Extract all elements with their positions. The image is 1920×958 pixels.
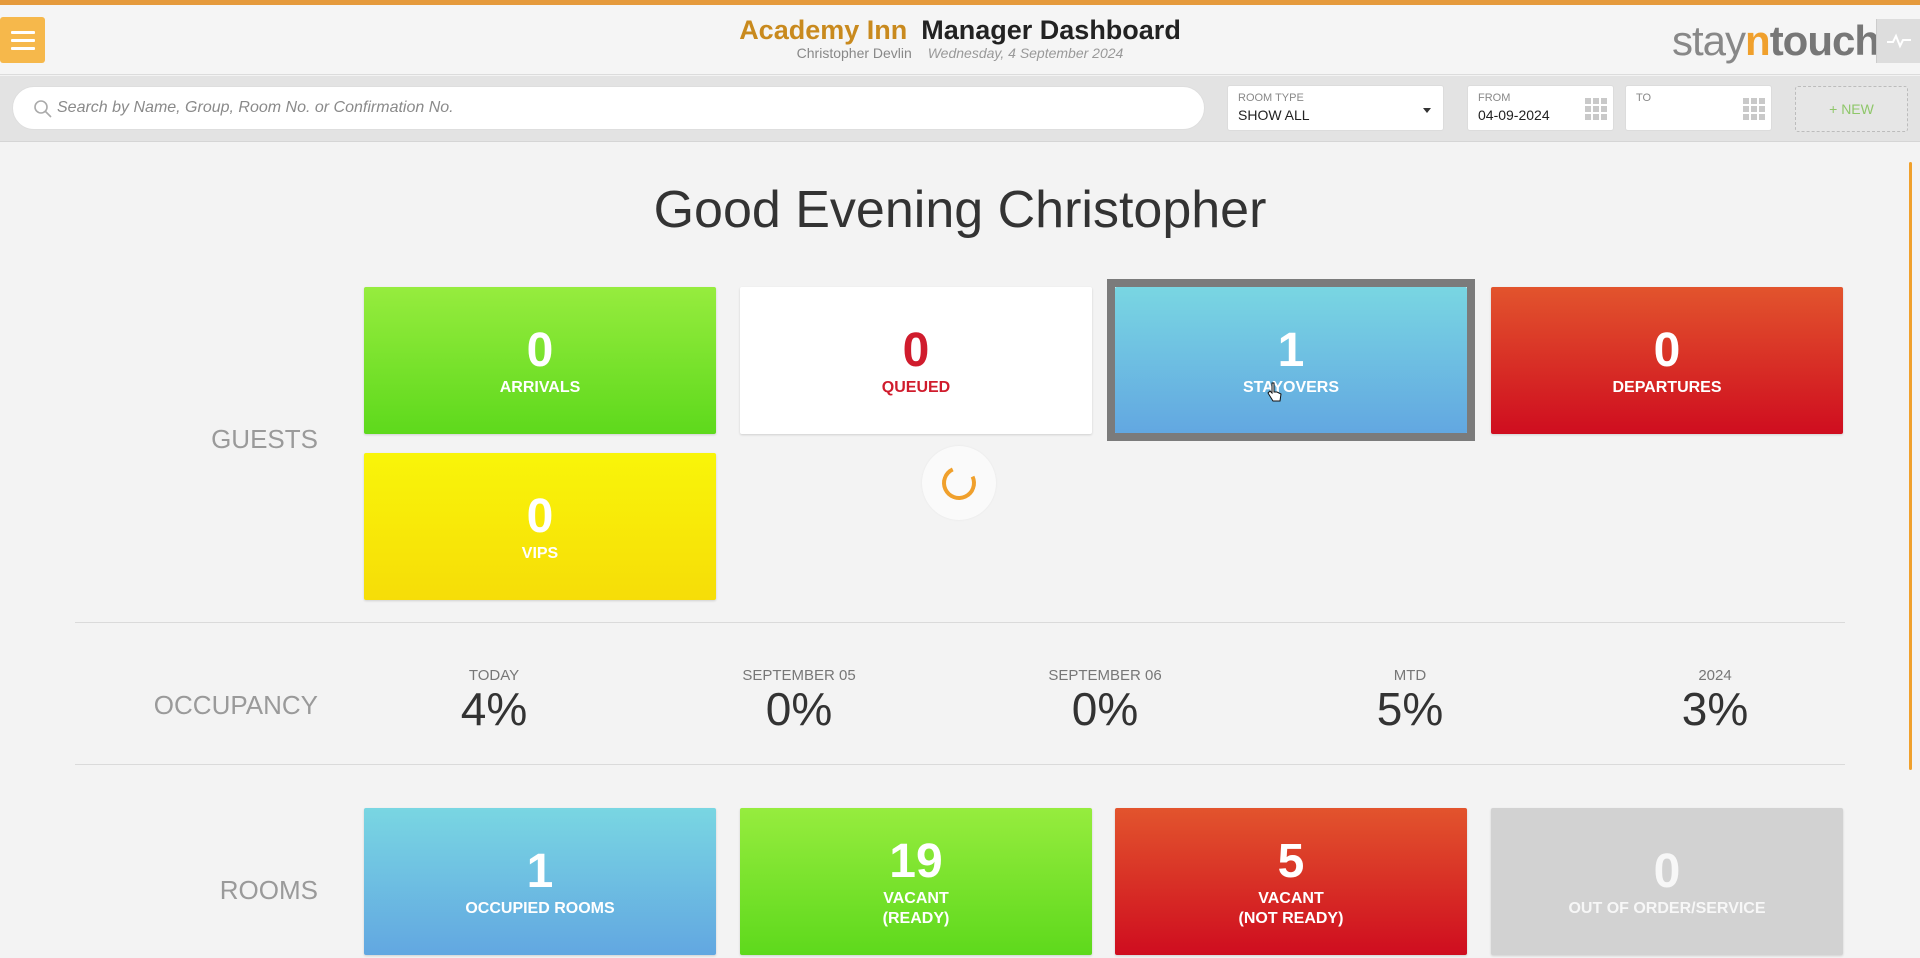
vacant-not-ready-label: VACANT <box>1258 889 1324 907</box>
pulse-icon <box>1886 33 1911 49</box>
vacant-not-ready-tile[interactable]: 5 VACANT (NOT READY) <box>1115 808 1467 955</box>
room-type-select[interactable]: ROOM TYPE SHOW ALL <box>1227 85 1444 131</box>
occupancy-sep-05: SEPTEMBER 05 0% <box>689 667 909 734</box>
page-title: Academy Inn Manager Dashboard <box>0 15 1920 46</box>
occupancy-sep-06: SEPTEMBER 06 0% <box>995 667 1215 734</box>
hotel-name: Academy Inn <box>739 15 908 45</box>
vacant-not-ready-sublabel: (NOT READY) <box>1238 909 1344 927</box>
vacant-not-ready-count: 5 <box>1277 834 1305 888</box>
vips-label: VIPS <box>521 544 559 562</box>
vips-count: 0 <box>526 489 554 543</box>
section-divider <box>75 764 1845 765</box>
departures-label: DEPARTURES <box>1612 378 1722 396</box>
queued-label: QUEUED <box>881 378 951 396</box>
occupied-rooms-tile[interactable]: 1 OCCUPIED ROOMS <box>364 808 716 955</box>
brand-logo: stayntouch <box>1672 17 1880 64</box>
occupancy-period: 2024 <box>1698 667 1732 684</box>
vacant-ready-count: 19 <box>889 834 943 888</box>
out-of-order-count: 0 <box>1653 844 1681 898</box>
scrollbar[interactable] <box>1909 162 1912 770</box>
section-divider <box>75 622 1845 623</box>
from-label: FROM <box>1478 92 1511 104</box>
queued-tile[interactable]: 0 QUEUED <box>740 287 1092 434</box>
stayovers-tile[interactable]: 1 STAYOVERS <box>1115 287 1467 434</box>
occupied-rooms-label: OCCUPIED ROOMS <box>465 899 615 917</box>
occupancy-year: 2024 3% <box>1605 667 1825 734</box>
new-reservation-button[interactable]: + NEW <box>1795 86 1908 132</box>
stayovers-label: STAYOVERS <box>1242 378 1340 396</box>
occupancy-value: 5% <box>1376 683 1444 735</box>
vacant-ready-sublabel: (READY) <box>882 909 950 927</box>
occupancy-period: SEPTEMBER 06 <box>1048 667 1162 684</box>
search-box[interactable] <box>12 86 1205 130</box>
departures-count: 0 <box>1653 323 1681 377</box>
occupancy-period: SEPTEMBER 05 <box>742 667 856 684</box>
activity-pulse-button[interactable] <box>1876 19 1920 63</box>
calendar-icon[interactable] <box>1743 98 1765 120</box>
occupancy-section-label: OCCUPANCY <box>153 690 318 720</box>
vips-tile[interactable]: 0 VIPS <box>364 453 716 600</box>
room-type-value: SHOW ALL <box>1238 107 1310 123</box>
app-header: Academy Inn Manager Dashboard Christopher… <box>0 5 1920 75</box>
room-type-label: ROOM TYPE <box>1238 92 1304 104</box>
out-of-order-tile[interactable]: 0 OUT OF ORDER/SERVICE <box>1491 808 1843 955</box>
rooms-section-label: ROOMS <box>219 875 318 905</box>
occupied-rooms-count: 1 <box>526 844 554 898</box>
loading-spinner-icon <box>922 446 996 520</box>
calendar-icon[interactable] <box>1585 98 1607 120</box>
chevron-down-icon <box>1423 108 1431 113</box>
vacant-ready-label: VACANT <box>883 889 949 907</box>
vacant-ready-tile[interactable]: 19 VACANT (READY) <box>740 808 1092 955</box>
occupancy-mtd: MTD 5% <box>1300 667 1520 734</box>
search-input[interactable] <box>57 87 1177 129</box>
occupancy-period: TODAY <box>468 667 520 684</box>
stayovers-count: 1 <box>1277 323 1305 377</box>
search-toolbar: ROOM TYPE SHOW ALL FROM 04-09-2024 TO + … <box>0 76 1920 142</box>
occupancy-value: 0% <box>765 683 833 735</box>
business-date: Wednesday, 4 September 2024 <box>927 45 1124 61</box>
occupancy-today: TODAY 4% <box>384 667 604 734</box>
guests-section-label: GUESTS <box>211 424 318 454</box>
greeting: Good Evening Christopher <box>653 181 1267 239</box>
to-date-field[interactable]: TO <box>1625 85 1772 131</box>
arrivals-label: ARRIVALS <box>499 378 581 396</box>
queued-count: 0 <box>902 323 930 377</box>
occupancy-value: 0% <box>1071 683 1139 735</box>
occupancy-value: 4% <box>460 683 528 735</box>
arrivals-tile[interactable]: 0 ARRIVALS <box>364 287 716 434</box>
arrivals-count: 0 <box>526 323 554 377</box>
out-of-order-label: OUT OF ORDER/SERVICE <box>1568 899 1766 917</box>
user-name: Christopher Devlin <box>796 45 912 61</box>
search-icon <box>34 100 52 118</box>
mouse-pointer-icon <box>1267 382 1282 402</box>
from-value: 04-09-2024 <box>1478 107 1550 123</box>
occupancy-period: MTD <box>1393 667 1427 684</box>
from-date-field[interactable]: FROM 04-09-2024 <box>1467 85 1614 131</box>
departures-tile[interactable]: 0 DEPARTURES <box>1491 287 1843 434</box>
occupancy-value: 3% <box>1681 683 1749 735</box>
to-label: TO <box>1636 92 1652 104</box>
header-subline: Christopher Devlin Wednesday, 4 Septembe… <box>0 45 1920 61</box>
dashboard-content: Good Evening Christopher GUESTS 0 ARRIVA… <box>0 142 1920 958</box>
dashboard-title: Manager Dashboard <box>921 15 1181 45</box>
